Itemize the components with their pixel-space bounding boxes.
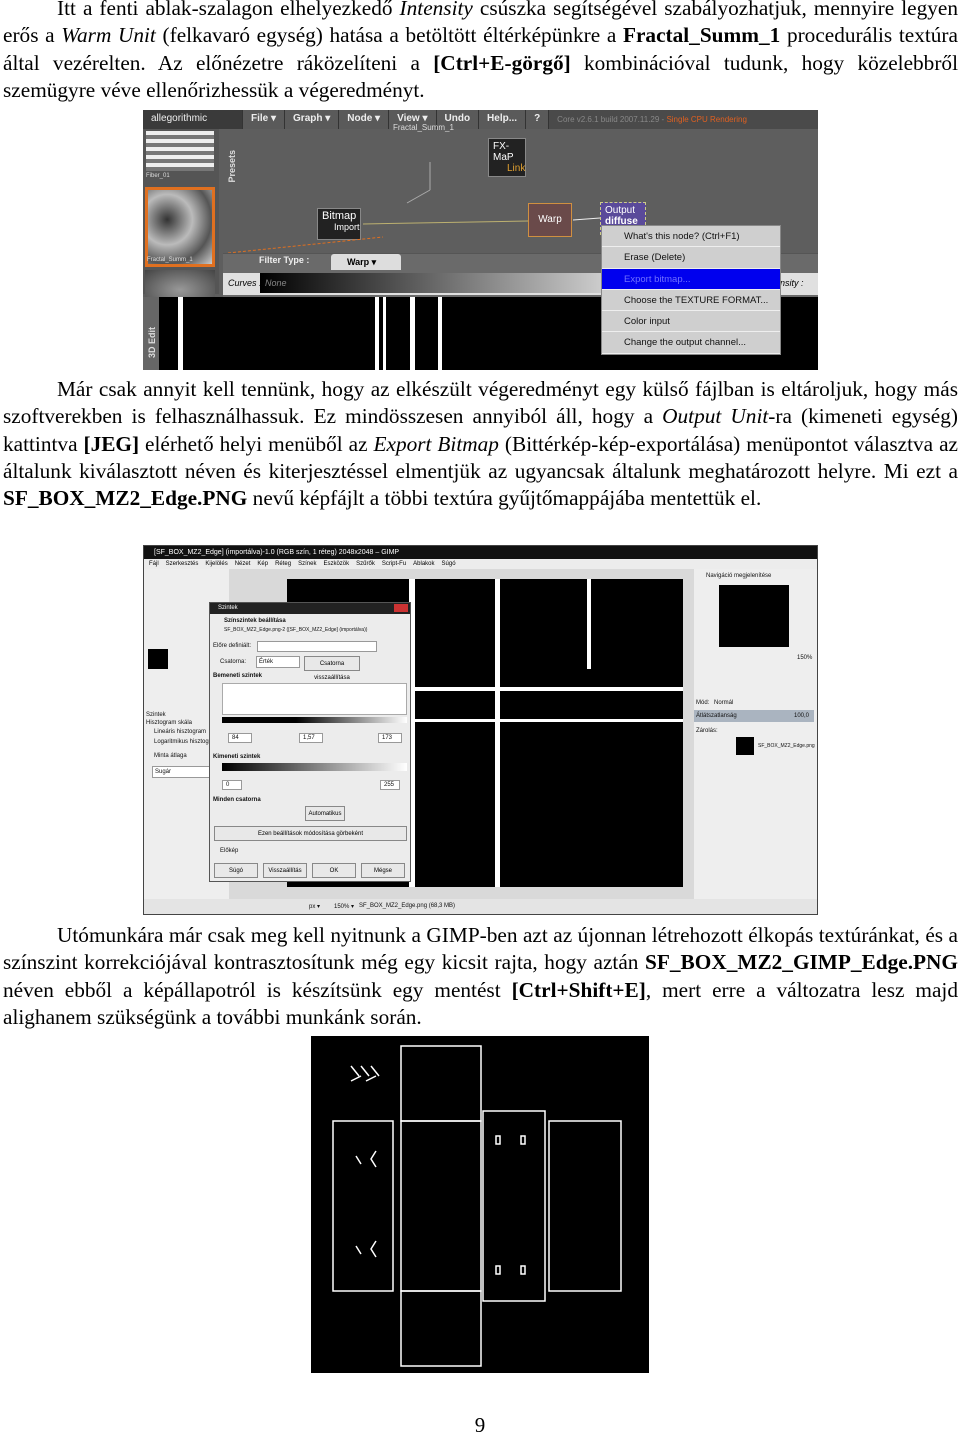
dialog-heading: Színszintek beállítása [224, 618, 286, 624]
text: nevű képfájlt a többi textúra gyűjtőmapp… [247, 486, 762, 511]
nav-zoom: 150% [797, 655, 813, 661]
menu-item[interactable]: Script-Fu [382, 559, 406, 569]
opacity-label: Átlátszatlanság [696, 713, 737, 719]
curves-label: Curves : [228, 278, 262, 288]
italic-term: Output Unit [662, 404, 769, 429]
text: elérhető helyi menüből az [139, 431, 374, 456]
input-high-field[interactable]: 173 [378, 733, 402, 743]
output-gradient[interactable] [222, 763, 407, 771]
zoom-dropdown[interactable]: 150% ▾ [334, 903, 354, 910]
radio-linear[interactable]: Lineáris hisztogram [154, 729, 206, 735]
context-menu: What's this node? (Ctrl+F1) Erase (Delet… [601, 225, 781, 355]
unit-dropdown[interactable]: px ▾ [309, 903, 320, 910]
menu-item[interactable]: Szerkesztés [166, 559, 199, 569]
menu-bar: Fájl Szerkesztés Kijelölés Nézet Kép Réteg Szí… [144, 559, 817, 569]
edge-texture-image [311, 1036, 649, 1373]
edit-as-curves-button[interactable]: Ezen beállítások módosítása görbeként [214, 826, 407, 841]
text: Itt a fenti ablak-szalagon elhelyezkedő [57, 0, 400, 20]
text: néven ebből a képállapotról is készítsün… [3, 977, 512, 1002]
bold-term: SF_BOX_MZ2_Edge.PNG [3, 486, 248, 511]
navigation-tab[interactable]: Navigáció megjelenítése [706, 573, 771, 579]
menu-item[interactable]: Ablakok [413, 559, 434, 569]
lock-label: Zárolás: [696, 728, 718, 734]
channel-dropdown[interactable]: Érték [256, 656, 300, 668]
close-icon[interactable] [394, 604, 408, 612]
cancel-button[interactable]: Mégse [361, 863, 405, 878]
navigation-preview[interactable] [719, 585, 789, 647]
file-info: SF_BOX_MZ2_Edge.png (68,3 MB) [359, 903, 456, 909]
menu-item[interactable]: Réteg [275, 559, 291, 569]
label: Hisztogram skála [146, 720, 193, 726]
bold-term: Fractal_Summ_1 [622, 23, 781, 48]
bold-term: [Ctrl+Shift+E] [511, 977, 646, 1002]
window-title: [SF_BOX_MZ2_Edge] (importálva)-1.0 (RGB … [144, 546, 817, 559]
levels-dialog: Szintek Színszintek beállítása SF_BOX_MZ… [209, 602, 411, 882]
bold-term: [JEG] [83, 431, 140, 456]
menu-item[interactable]: Kép [257, 559, 268, 569]
paragraph-2: Már csak annyit kell tennünk, hogy az el… [3, 376, 958, 512]
bold-term: [Ctrl+E-görgő] [433, 50, 571, 75]
dialog-subtitle: SF_BOX_MZ2_Edge.png-2 ([SF_BOX_MZ2_Edge]… [224, 627, 368, 633]
bold-term: SF_BOX_MZ2_GIMP_Edge.PNG [645, 950, 958, 975]
3d-edit-tab[interactable]: 3D Edit [147, 327, 157, 358]
italic-term: Export Bitmap [373, 431, 499, 456]
channel-label: Csatorna: [220, 659, 247, 665]
layer-thumbnail [736, 737, 754, 755]
histogram [222, 683, 407, 715]
paragraph-1: Itt a fenti ablak-szalagon elhelyezkedő … [3, 0, 958, 104]
input-gradient[interactable] [222, 717, 407, 723]
output-high-field[interactable]: 255 [380, 780, 400, 790]
screenshot-gimp: [SF_BOX_MZ2_Edge] (importálva)-1.0 (RGB … [143, 545, 818, 915]
status-bar: px ▾ 150% ▾ SF_BOX_MZ2_Edge.png (68,3 MB… [144, 899, 817, 914]
menu-item[interactable]: Eszközök [323, 559, 349, 569]
intensity-label: nsity : [780, 278, 804, 288]
menu-item-whats-this[interactable]: What's this node? (Ctrl+F1) [602, 226, 780, 248]
menu-item[interactable]: Kijelölés [205, 559, 227, 569]
checkbox-sample[interactable]: Minta átlaga [154, 753, 187, 759]
mode-label: Mód: [696, 700, 710, 706]
mode-dropdown[interactable]: Normál [714, 700, 733, 706]
filter-type-dropdown[interactable]: Warp ▾ [331, 254, 401, 270]
italic-term: Warm Unit [61, 23, 156, 48]
tool-options-title: Szintek [146, 712, 166, 718]
all-channels-label: Minden csatorna [213, 797, 261, 803]
reset-channel-button[interactable]: Csatorna visszaállítása [304, 656, 360, 681]
screenshot-mapzone: allegorithmic File ▾ Graph ▾ Node ▾ View… [143, 110, 818, 370]
reset-button[interactable]: Visszaállítás [263, 863, 307, 878]
input-levels-label: Bemeneti szintek [213, 673, 263, 679]
preset-label: Előre definiált: [213, 643, 252, 649]
output-low-field[interactable]: 0 [222, 780, 242, 790]
menu-item-texture-format[interactable]: Choose the TEXTURE FORMAT... [602, 290, 780, 312]
menu-item-color-input[interactable]: Color input [602, 311, 780, 333]
preset-dropdown[interactable] [257, 641, 377, 652]
dialog-title: Szintek [210, 603, 410, 614]
right-dock: Navigáció megjelenítése 150% Mód: Normál… [694, 569, 817, 899]
curves-field[interactable]: None [260, 273, 630, 293]
help-button[interactable]: Súgó [214, 863, 258, 878]
auto-button[interactable]: Automatikus [305, 806, 345, 821]
text: (felkavaró egység) hatása a betöltött él… [155, 23, 623, 48]
gamma-field[interactable]: 1,57 [299, 733, 323, 743]
menu-item[interactable]: Szűrők [356, 559, 375, 569]
paragraph-3: Utómunkára már csak meg kell nyitnunk a … [3, 922, 958, 1031]
menu-item[interactable]: Fájl [149, 559, 159, 569]
ok-button[interactable]: OK [312, 863, 356, 878]
menu-item-output-channel[interactable]: Change the output channel... [602, 332, 780, 354]
radius-field[interactable]: Sugár [152, 766, 210, 778]
menu-item-erase[interactable]: Erase (Delete) [602, 247, 780, 269]
layer-name[interactable]: SF_BOX_MZ2_Edge.png [758, 743, 815, 749]
preview-checkbox[interactable]: Előkép [220, 848, 238, 854]
input-low-field[interactable]: 84 [228, 733, 252, 743]
italic-term: Intensity [399, 0, 473, 20]
page-number: 9 [474, 1413, 486, 1437]
menu-item[interactable]: Nézet [235, 559, 251, 569]
menu-item[interactable]: Színek [298, 559, 316, 569]
menu-item-export-bitmap[interactable]: Export bitmap... [602, 268, 780, 290]
filter-type-label: Filter Type : [259, 255, 310, 265]
output-levels-label: Kimeneti szintek [213, 754, 261, 760]
menu-item[interactable]: Súgó [442, 559, 456, 569]
opacity-value: 100,0 [794, 713, 810, 719]
